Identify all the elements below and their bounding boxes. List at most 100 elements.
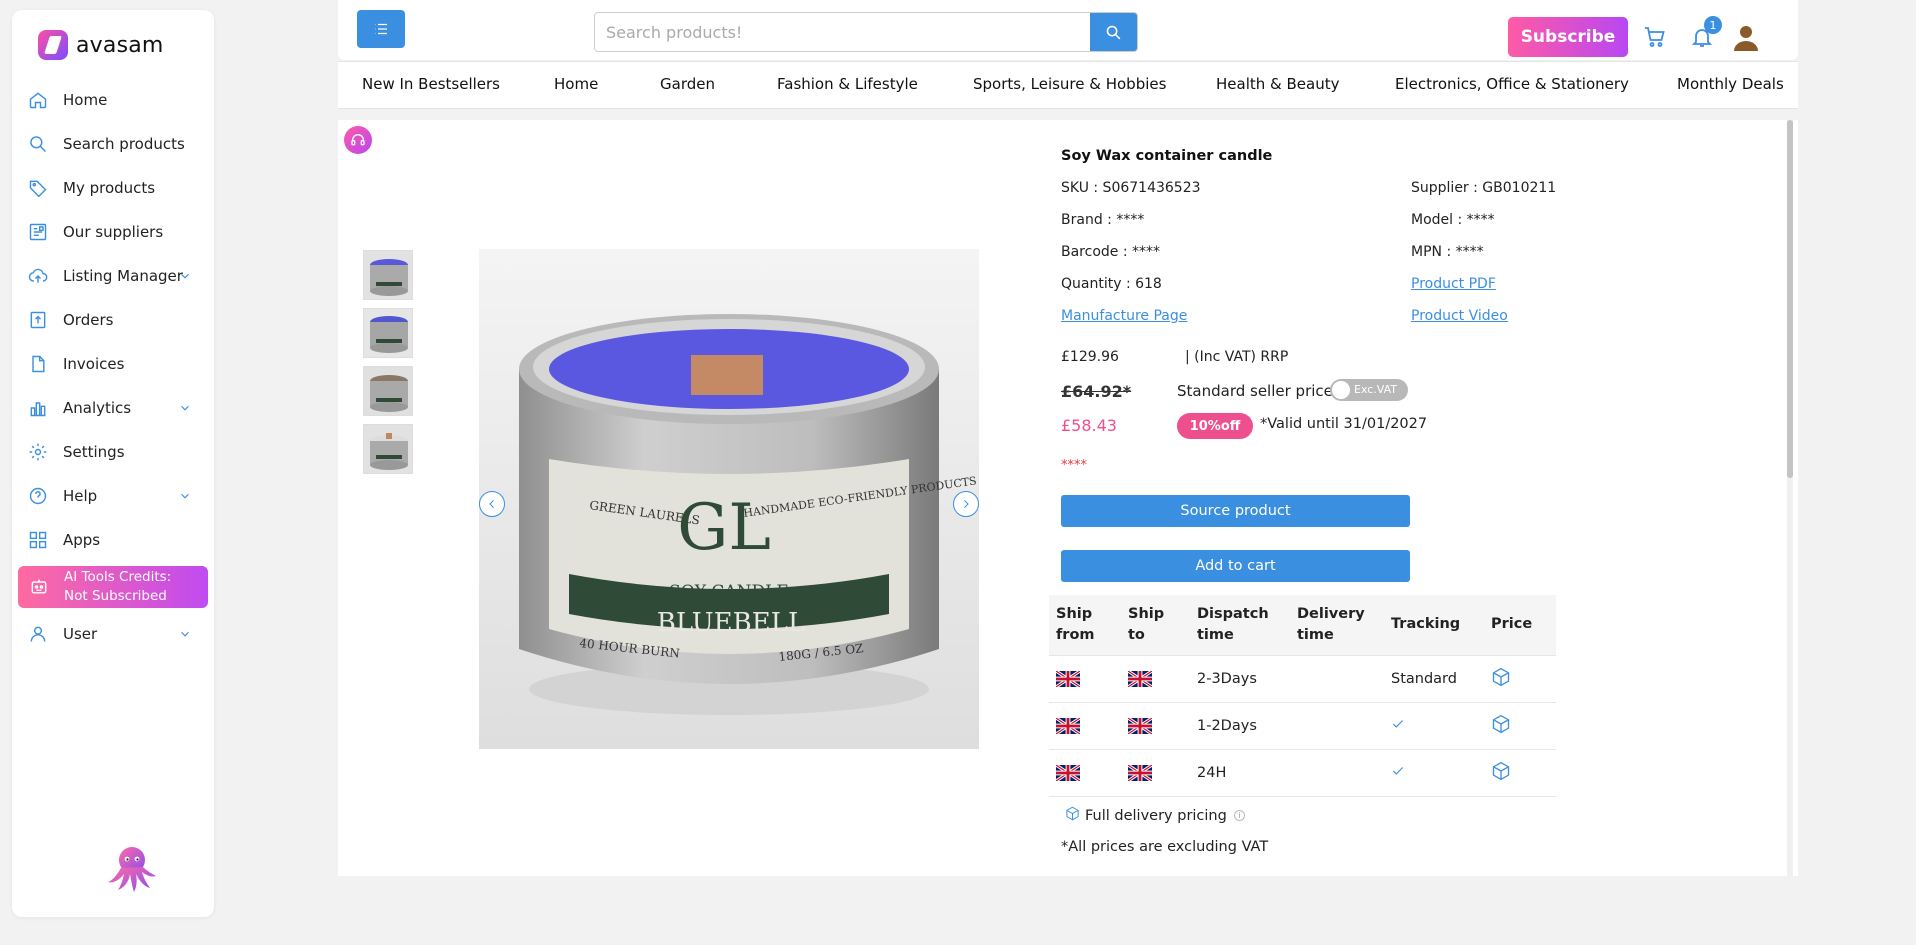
sidebar-item-settings[interactable]: Settings	[12, 430, 214, 474]
product-title: Soy Wax container candle	[1061, 148, 1273, 164]
sidebar-item-label: Home	[63, 91, 108, 109]
full-delivery-pricing-link[interactable]: Full delivery pricing i	[1065, 806, 1245, 825]
product-thumbnail[interactable]	[363, 424, 413, 474]
delivery-time	[1290, 749, 1384, 797]
list-menu-icon	[375, 23, 387, 35]
category-electronics-office-stationery[interactable]: Electronics, Office & Stationery	[1395, 75, 1629, 93]
user-avatar-icon[interactable]	[1733, 24, 1759, 52]
category-health-beauty[interactable]: Health & Beauty	[1216, 75, 1339, 93]
category-monthly-deals[interactable]: Monthly Deals	[1677, 75, 1784, 93]
search-button[interactable]	[1090, 13, 1137, 51]
discount-badge: 10%off	[1177, 413, 1253, 439]
col-dispatch-time: Dispatch time	[1190, 595, 1290, 656]
sidebar-item-my-products[interactable]: My products	[12, 166, 214, 210]
product-quantity: Quantity : 618	[1061, 276, 1162, 292]
product-video-link[interactable]: Product Video	[1411, 308, 1508, 324]
sidebar-item-help[interactable]: Help	[12, 474, 214, 518]
sidebar-item-label: Listing Manager	[63, 267, 183, 285]
sidebar-item-label: Analytics	[63, 399, 132, 417]
shipping-table: Ship from Ship to Dispatch time Delivery…	[1049, 595, 1556, 797]
suppliers-icon	[27, 221, 49, 243]
brand-logo[interactable]: avasam	[38, 30, 164, 60]
sidebar-item-search-products[interactable]: Search products	[12, 122, 214, 166]
col-tracking: Tracking	[1384, 595, 1484, 656]
product-sku: SKU : S0671436523	[1061, 180, 1201, 196]
product-thumbnail[interactable]	[363, 366, 413, 416]
price-box-icon[interactable]	[1491, 761, 1511, 785]
cart-icon[interactable]	[1643, 25, 1669, 51]
image-next-button[interactable]	[953, 491, 979, 517]
ai-tools-credits-banner[interactable]: AI Tools Credits: Not Subscribed	[18, 566, 208, 608]
info-icon[interactable]: i	[1233, 810, 1245, 821]
category-new-in-bestsellers[interactable]: New In Bestsellers	[362, 75, 500, 93]
category-home[interactable]: Home	[554, 75, 598, 93]
add-to-cart-button[interactable]: Add to cart	[1061, 550, 1410, 582]
dispatch-time: 24H	[1190, 749, 1290, 797]
notification-badge: 1	[1704, 16, 1722, 34]
uk-flag-icon	[1128, 670, 1183, 687]
scrollbar-thumb[interactable]	[1787, 120, 1793, 478]
sidebar-item-user[interactable]: User	[12, 612, 214, 656]
price-box-icon[interactable]	[1491, 714, 1511, 738]
sidebar-item-label: Invoices	[63, 355, 125, 373]
sidebar-item-orders[interactable]: Orders	[12, 298, 214, 342]
chevron-down-icon[interactable]	[178, 488, 192, 502]
product-detail-panel: GREEN LAURELS HANDMADE ECO-FRIENDLY PROD…	[338, 120, 1798, 876]
category-sports-leisure-hobbies[interactable]: Sports, Leisure & Hobbies	[973, 75, 1166, 93]
manufacture-page-link[interactable]: Manufacture Page	[1061, 308, 1187, 324]
product-main-image: GREEN LAURELS HANDMADE ECO-FRIENDLY PROD…	[479, 249, 979, 749]
check-icon	[1391, 766, 1405, 782]
product-thumbnail[interactable]	[363, 308, 413, 358]
search-input[interactable]	[595, 13, 1100, 51]
sidebar-item-label: Our suppliers	[63, 223, 164, 241]
subscribe-button[interactable]: Subscribe	[1508, 17, 1628, 57]
label-monogram: GL	[677, 491, 771, 565]
sidebar-item-apps[interactable]: Apps	[12, 518, 214, 562]
sidebar-item-invoices[interactable]: Invoices	[12, 342, 214, 386]
image-prev-button[interactable]	[479, 491, 505, 517]
delivery-time	[1290, 655, 1384, 703]
source-product-button[interactable]: Source product	[1061, 495, 1410, 527]
sidebar-nav: Home Search products My products Our sup…	[12, 78, 214, 656]
table-row: 24H	[1049, 749, 1556, 797]
label-scent: BLUEBELL	[657, 608, 805, 638]
home-icon	[27, 89, 49, 111]
vat-toggle[interactable]: Exc.VAT	[1330, 379, 1408, 401]
product-brand: Brand : ****	[1061, 212, 1145, 228]
sidebar-item-label: Orders	[63, 311, 114, 329]
chevron-down-icon[interactable]	[178, 626, 192, 640]
chevron-down-icon[interactable]	[178, 268, 192, 282]
menu-toggle-button[interactable]	[357, 10, 405, 48]
category-fashion-lifestyle[interactable]: Fashion & Lifestyle	[777, 75, 918, 93]
hidden-info-stars: ****	[1061, 458, 1087, 473]
uk-flag-icon	[1056, 764, 1114, 781]
sidebar-item-listing-manager[interactable]: Listing Manager	[12, 254, 214, 298]
ai-credits-line2: Not Subscribed	[64, 588, 167, 604]
tracking-value: Standard	[1384, 655, 1484, 703]
col-ship-from: Ship from	[1049, 595, 1121, 656]
sidebar-item-label: User	[63, 625, 98, 643]
product-pdf-link[interactable]: Product PDF	[1411, 276, 1496, 292]
ai-credits-text: AI Tools Credits: Not Subscribed	[64, 568, 171, 606]
ai-credits-line1: AI Tools Credits:	[64, 569, 172, 585]
uk-flag-icon	[1128, 764, 1183, 781]
delivery-time	[1290, 702, 1384, 750]
sidebar-item-home[interactable]: Home	[12, 78, 214, 122]
dispatch-time: 2-3Days	[1190, 655, 1290, 703]
product-search	[594, 12, 1138, 52]
col-price: Price	[1484, 595, 1556, 656]
sidebar-item-label: Apps	[63, 531, 101, 549]
category-garden[interactable]: Garden	[660, 75, 715, 93]
price-box-icon[interactable]	[1491, 667, 1511, 691]
sidebar-item-analytics[interactable]: Analytics	[12, 386, 214, 430]
shipping-table-header: Ship from Ship to Dispatch time Delivery…	[1049, 595, 1556, 656]
sidebar-item-label: My products	[63, 179, 156, 197]
headset-support-icon[interactable]	[344, 126, 372, 154]
octopus-mascot-icon[interactable]	[104, 840, 160, 896]
vat-toggle-label: Exc.VAT	[1354, 383, 1398, 396]
full-delivery-pricing-label: Full delivery pricing	[1085, 807, 1227, 824]
product-thumbnail[interactable]	[363, 250, 413, 300]
sidebar-item-our-suppliers[interactable]: Our suppliers	[12, 210, 214, 254]
chevron-down-icon[interactable]	[178, 400, 192, 414]
dispatch-time: 1-2Days	[1190, 702, 1290, 750]
